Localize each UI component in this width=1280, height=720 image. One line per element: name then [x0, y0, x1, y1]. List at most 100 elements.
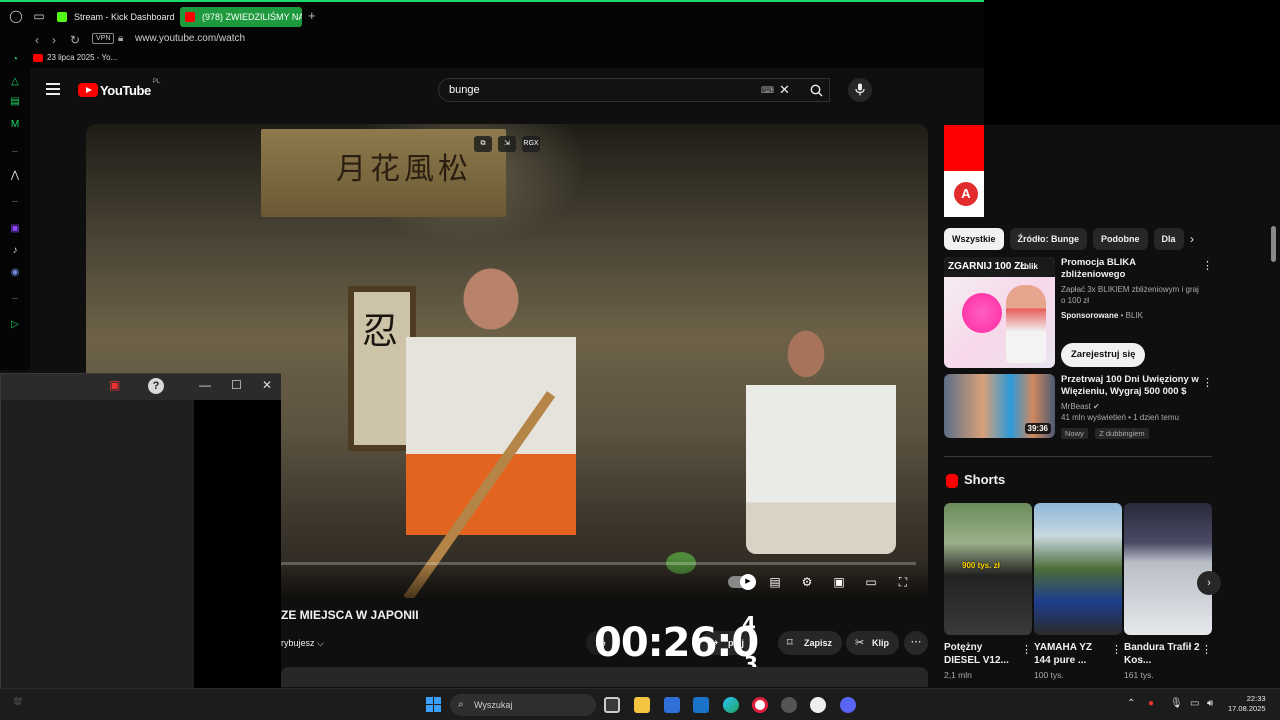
url-field[interactable]: www.youtube.com/watch: [135, 33, 245, 44]
close-icon[interactable]: ✕: [262, 378, 272, 392]
ad-banner-red[interactable]: [944, 125, 984, 171]
description-box[interactable]: [281, 667, 928, 687]
app-icon[interactable]: [781, 697, 797, 713]
back-icon[interactable]: ‹: [35, 33, 39, 47]
file-explorer-icon[interactable]: [634, 697, 650, 713]
new-tab-button[interactable]: +: [308, 8, 316, 23]
short-title[interactable]: Potężny DIESEL V12...: [944, 641, 1032, 667]
opera-icon[interactable]: [752, 697, 768, 713]
chevron-right-icon[interactable]: ›: [1190, 232, 1194, 246]
opera-logo-icon[interactable]: ◯: [9, 9, 23, 23]
ad-thumbnail[interactable]: ZGARNIJ 100 ZŁ blik: [944, 257, 1055, 368]
clear-icon[interactable]: ✕: [779, 82, 790, 98]
tiktok-icon[interactable]: ♪: [9, 245, 21, 257]
window-titlebar[interactable]: ▣ ? — ☐ ✕: [1, 374, 281, 400]
short-thumbnail[interactable]: 900 tys. zł: [944, 503, 1032, 635]
video-thumbnail[interactable]: 39:36: [944, 374, 1055, 438]
short-item[interactable]: Bandura Trafił 2 Kos... 161 tys. ⋮: [1124, 503, 1212, 680]
bookmark-item[interactable]: 23 lipca 2025 - Yo...: [33, 53, 117, 62]
history-icon[interactable]: ◔: [9, 54, 21, 66]
youtube-logo[interactable]: YouTube PL: [78, 79, 160, 98]
start-button[interactable]: [426, 697, 441, 712]
microphone-icon: [855, 83, 865, 96]
subtitles-icon[interactable]: ▤: [766, 574, 784, 590]
short-title[interactable]: YAMAHA YZ 144 pure ...: [1034, 641, 1122, 667]
keyboard-icon[interactable]: ⌨: [761, 85, 774, 96]
search-input[interactable]: [449, 83, 749, 97]
clip-button[interactable]: ✂ Klip: [846, 631, 899, 655]
more-vertical-icon[interactable]: ⋮: [1202, 259, 1213, 272]
player-icon[interactable]: ▷: [9, 319, 21, 331]
subscribed-button[interactable]: rybujesz ⌵: [281, 633, 324, 653]
more-vertical-icon[interactable]: ⋮: [1021, 643, 1032, 656]
store-icon[interactable]: [664, 697, 680, 713]
twitch-icon[interactable]: ▣: [9, 223, 21, 235]
fullscreen-icon[interactable]: ⛶: [894, 574, 912, 590]
recommended-video[interactable]: 39:36 Przetrwaj 100 Dni Uwięziony w Więz…: [944, 374, 1214, 440]
chip-similar[interactable]: Podobne: [1093, 228, 1148, 250]
tray-app-icon[interactable]: ●: [1148, 698, 1154, 709]
outlook-icon[interactable]: [693, 697, 709, 713]
forward-icon[interactable]: ›: [52, 33, 56, 47]
more-horizontal-icon: ⋯: [910, 636, 922, 648]
help-icon[interactable]: ?: [148, 378, 164, 394]
miniplayer-icon[interactable]: ▣: [830, 574, 848, 590]
register-button[interactable]: Zarejestruj się: [1061, 343, 1146, 367]
chip-source[interactable]: Źródło: Bunge: [1009, 228, 1088, 250]
short-item[interactable]: YAMAHA YZ 144 pure ... 100 tys. ⋮: [1034, 503, 1122, 680]
autoplay-toggle[interactable]: [728, 574, 756, 590]
volume-icon[interactable]: 🔊︎: [1207, 698, 1213, 709]
ad-title[interactable]: Promocja BLIKA zbliżeniowego: [1061, 257, 1201, 281]
network-icon[interactable]: ▭: [1190, 698, 1199, 709]
task-view-icon[interactable]: [604, 697, 620, 713]
short-item[interactable]: 900 tys. zł Potężny DIESEL V12... 2,1 ml…: [944, 503, 1032, 680]
reload-icon[interactable]: ↻: [70, 33, 80, 47]
discord-icon[interactable]: [840, 697, 856, 713]
popout-icon[interactable]: ⧉: [474, 136, 492, 152]
arc-app-icon[interactable]: ⋀: [9, 170, 21, 182]
widgets-icon[interactable]: ⛆: [14, 697, 22, 708]
menu-icon[interactable]: [46, 83, 60, 95]
record-icon[interactable]: ▣: [109, 378, 120, 392]
discord-icon[interactable]: ◉: [9, 267, 21, 279]
chip-all[interactable]: Wszystkie: [944, 228, 1004, 250]
wallet-icon[interactable]: ▤: [9, 96, 21, 108]
rgx-badge[interactable]: RGX: [522, 136, 540, 152]
vpn-badge[interactable]: VPN: [92, 33, 115, 44]
search-button[interactable]: [802, 78, 830, 102]
microphone-tray-icon[interactable]: 🎙︎: [1170, 698, 1183, 709]
maximize-icon[interactable]: ☐: [231, 378, 242, 392]
edge-icon[interactable]: [723, 697, 739, 713]
ad-banner-white[interactable]: A: [944, 171, 984, 217]
scrollbar-thumb[interactable]: [1271, 226, 1276, 262]
shorts-header: Shorts: [944, 472, 1005, 488]
settings-gear-icon[interactable]: ⚙: [798, 574, 816, 590]
short-title[interactable]: Bandura Trafił 2 Kos...: [1124, 641, 1212, 667]
app-icon[interactable]: [810, 697, 826, 713]
m-app-icon[interactable]: M: [9, 119, 21, 131]
minimize-icon[interactable]: —: [199, 378, 211, 392]
chip-for-you[interactable]: Dla: [1153, 228, 1184, 250]
more-actions-button[interactable]: ⋯: [904, 631, 928, 655]
theater-mode-icon[interactable]: ▭: [862, 574, 880, 590]
short-thumbnail[interactable]: [1034, 503, 1122, 635]
tray-overflow-icon[interactable]: ⌃: [1127, 698, 1135, 709]
snapshot-icon[interactable]: ⇲: [498, 136, 516, 152]
aria-icon[interactable]: △: [9, 76, 21, 88]
lock-icon[interactable]: 🔒︎: [118, 33, 123, 44]
shorts-next-button[interactable]: ›: [1197, 571, 1221, 595]
short-thumbnail[interactable]: [1124, 503, 1212, 635]
tab-overview-icon[interactable]: ▭: [32, 9, 46, 23]
video-title[interactable]: Przetrwaj 100 Dni Uwięziony w Więzieniu,…: [1061, 374, 1201, 398]
system-clock[interactable]: 22:33 17.08.2025: [1228, 694, 1266, 714]
more-vertical-icon[interactable]: ⋮: [1201, 643, 1212, 656]
more-vertical-icon[interactable]: ⋮: [1111, 643, 1122, 656]
taskbar-search[interactable]: ⌕ Wyszukaj: [450, 694, 596, 716]
save-button[interactable]: ⌑ Zapisz: [778, 631, 843, 655]
sponsored-item[interactable]: ZGARNIJ 100 ZŁ blik Promocja BLIKA zbliż…: [944, 257, 1214, 371]
more-vertical-icon[interactable]: ⋮: [1202, 376, 1213, 389]
voice-search-button[interactable]: [848, 78, 872, 102]
tab-kick-dashboard[interactable]: Stream - Kick Dashboard: [52, 7, 178, 27]
channel-name[interactable]: MrBeast ✔: [1061, 401, 1201, 412]
tab-youtube-video[interactable]: (978) ZWIEDZILIŚMY NA...: [180, 7, 302, 27]
